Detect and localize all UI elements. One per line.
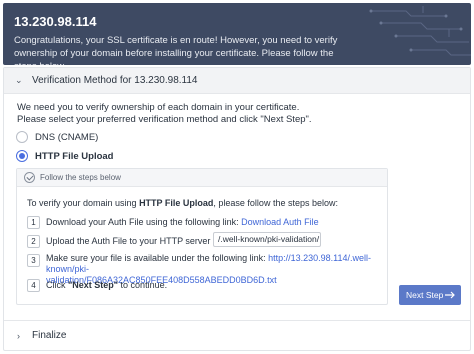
intro-line-1: We need you to verify ownership of each … (17, 102, 300, 113)
step-number-1: 1 (27, 216, 40, 229)
radio-dns-cname[interactable] (16, 131, 28, 143)
finalize-label: Finalize (32, 330, 67, 341)
check-circle-icon (24, 172, 35, 183)
step-1-label: Download your Auth File using the follow… (46, 217, 242, 227)
step-number-4: 4 (27, 279, 40, 292)
next-step-label: Next Step (406, 290, 444, 300)
steps-header: Follow the steps below (17, 169, 387, 187)
chevron-down-icon[interactable]: ⌄ (15, 75, 23, 86)
header-message: Congratulations, your SSL certificate is… (14, 35, 338, 65)
verification-panel: ⌄ Verification Method for 13.230.98.114 … (3, 67, 471, 351)
page-title: 13.230.98.114 (14, 14, 97, 29)
steps-header-label: Follow the steps below (40, 173, 121, 182)
verification-section-title: Verification Method for 13.230.98.114 (32, 75, 198, 86)
page-header: 13.230.98.114 Congratulations, your SSL … (3, 3, 471, 65)
next-step-button[interactable]: Next Step (399, 285, 461, 305)
steps-intro: To verify your domain using HTTP File Up… (27, 198, 338, 208)
step-number-3: 3 (27, 254, 40, 267)
arrow-right-icon (445, 291, 455, 299)
finalize-section-header[interactable]: › Finalize (4, 320, 470, 351)
step-4-prefix: Click (46, 280, 68, 290)
verification-intro: We need you to verify ownership of each … (17, 102, 437, 126)
radio-label-http-file-upload[interactable]: HTTP File Upload (35, 151, 113, 162)
radio-label-dns-cname[interactable]: DNS (CNAME) (35, 132, 98, 143)
step-4-suffix: to continue. (118, 280, 168, 290)
step-2-text: Upload the Auth File to your HTTP server… (46, 236, 239, 246)
steps-intro-suffix: , please follow the steps below: (213, 198, 338, 208)
verification-section-header[interactable]: ⌄ Verification Method for 13.230.98.114 (4, 68, 470, 94)
steps-intro-method: HTTP File Upload (139, 198, 214, 208)
header-decoration-icon (369, 6, 471, 56)
step-3-label: Make sure your file is available under t… (46, 253, 269, 263)
step-1-text: Download your Auth File using the follow… (46, 217, 319, 228)
radio-http-file-upload[interactable] (16, 150, 28, 162)
intro-line-2: Please select your preferred verificatio… (17, 114, 312, 125)
step-4-text: Click "Next Step" to continue. (46, 280, 167, 291)
upload-path-field[interactable]: /.well-known/pki-validation/ (213, 232, 321, 247)
download-auth-file-link[interactable]: Download Auth File (241, 217, 319, 227)
steps-intro-prefix: To verify your domain using (27, 198, 140, 208)
step-number-2: 2 (27, 235, 40, 248)
steps-box: Follow the steps below To verify your do… (16, 168, 388, 305)
chevron-right-icon[interactable]: › (17, 331, 20, 341)
step-4-bold: "Next Step" (68, 280, 119, 290)
